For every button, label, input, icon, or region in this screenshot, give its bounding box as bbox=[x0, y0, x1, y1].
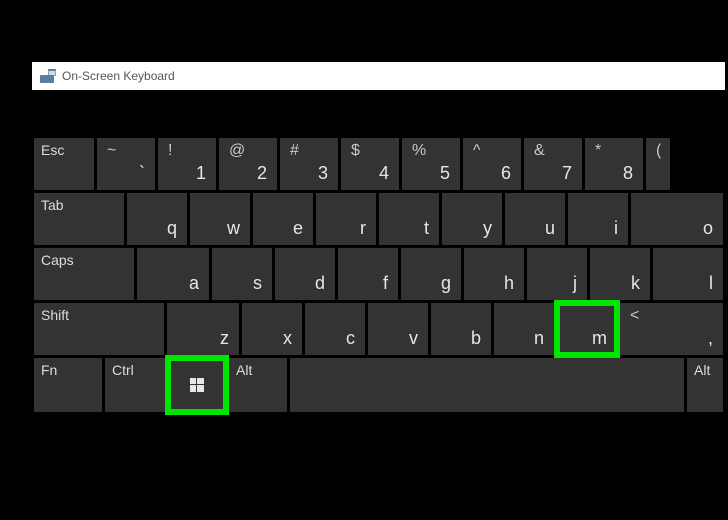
key-shift[interactable]: Shift bbox=[34, 303, 164, 355]
key-windows[interactable] bbox=[168, 358, 226, 412]
row-numbers: Esc ~` !1 @2 #3 $4 %5 ^6 &7 *8 ( bbox=[32, 138, 725, 190]
key-j[interactable]: j bbox=[527, 248, 587, 300]
key-l[interactable]: l bbox=[653, 248, 723, 300]
key-8[interactable]: *8 bbox=[585, 138, 643, 190]
key-7[interactable]: &7 bbox=[524, 138, 582, 190]
keyboard-icon bbox=[40, 69, 56, 83]
key-u[interactable]: u bbox=[505, 193, 565, 245]
key-6[interactable]: ^6 bbox=[463, 138, 521, 190]
key-n[interactable]: n bbox=[494, 303, 554, 355]
key-z[interactable]: z bbox=[167, 303, 239, 355]
window-title: On-Screen Keyboard bbox=[62, 69, 175, 83]
key-3[interactable]: #3 bbox=[280, 138, 338, 190]
row-qwerty: Tab q w e r t y u i o bbox=[32, 193, 725, 245]
key-4[interactable]: $4 bbox=[341, 138, 399, 190]
key-v[interactable]: v bbox=[368, 303, 428, 355]
keyboard-area: Esc ~` !1 @2 #3 $4 %5 ^6 &7 *8 ( Tab q w… bbox=[32, 90, 725, 412]
key-backtick[interactable]: ~` bbox=[97, 138, 155, 190]
row-bottom: Fn Ctrl Alt Alt bbox=[32, 358, 725, 412]
key-comma[interactable]: <, bbox=[620, 303, 723, 355]
key-fn[interactable]: Fn bbox=[34, 358, 102, 412]
key-q[interactable]: q bbox=[127, 193, 187, 245]
key-e[interactable]: e bbox=[253, 193, 313, 245]
titlebar[interactable]: On-Screen Keyboard bbox=[32, 62, 725, 90]
key-alt-right[interactable]: Alt bbox=[687, 358, 723, 412]
key-w[interactable]: w bbox=[190, 193, 250, 245]
key-y[interactable]: y bbox=[442, 193, 502, 245]
key-5[interactable]: %5 bbox=[402, 138, 460, 190]
row-zxcv: Shift z x c v b n m <, bbox=[32, 303, 725, 355]
key-h[interactable]: h bbox=[464, 248, 524, 300]
key-b[interactable]: b bbox=[431, 303, 491, 355]
key-esc[interactable]: Esc bbox=[34, 138, 94, 190]
key-d[interactable]: d bbox=[275, 248, 335, 300]
key-c[interactable]: c bbox=[305, 303, 365, 355]
key-r[interactable]: r bbox=[316, 193, 376, 245]
key-a[interactable]: a bbox=[137, 248, 209, 300]
key-space[interactable] bbox=[290, 358, 684, 412]
key-i[interactable]: i bbox=[568, 193, 628, 245]
key-2[interactable]: @2 bbox=[219, 138, 277, 190]
key-ctrl[interactable]: Ctrl bbox=[105, 358, 165, 412]
key-t[interactable]: t bbox=[379, 193, 439, 245]
key-alt-left[interactable]: Alt bbox=[229, 358, 287, 412]
row-asdf: Caps a s d f g h j k l bbox=[32, 248, 725, 300]
key-caps[interactable]: Caps bbox=[34, 248, 134, 300]
key-1[interactable]: !1 bbox=[158, 138, 216, 190]
key-o[interactable]: o bbox=[631, 193, 723, 245]
osk-window: On-Screen Keyboard Esc ~` !1 @2 #3 $4 %5… bbox=[32, 62, 725, 462]
key-x[interactable]: x bbox=[242, 303, 302, 355]
key-k[interactable]: k bbox=[590, 248, 650, 300]
key-9-partial[interactable]: ( bbox=[646, 138, 670, 190]
key-s[interactable]: s bbox=[212, 248, 272, 300]
key-tab[interactable]: Tab bbox=[34, 193, 124, 245]
key-f[interactable]: f bbox=[338, 248, 398, 300]
key-m[interactable]: m bbox=[557, 303, 617, 355]
key-g[interactable]: g bbox=[401, 248, 461, 300]
windows-icon bbox=[190, 378, 204, 392]
